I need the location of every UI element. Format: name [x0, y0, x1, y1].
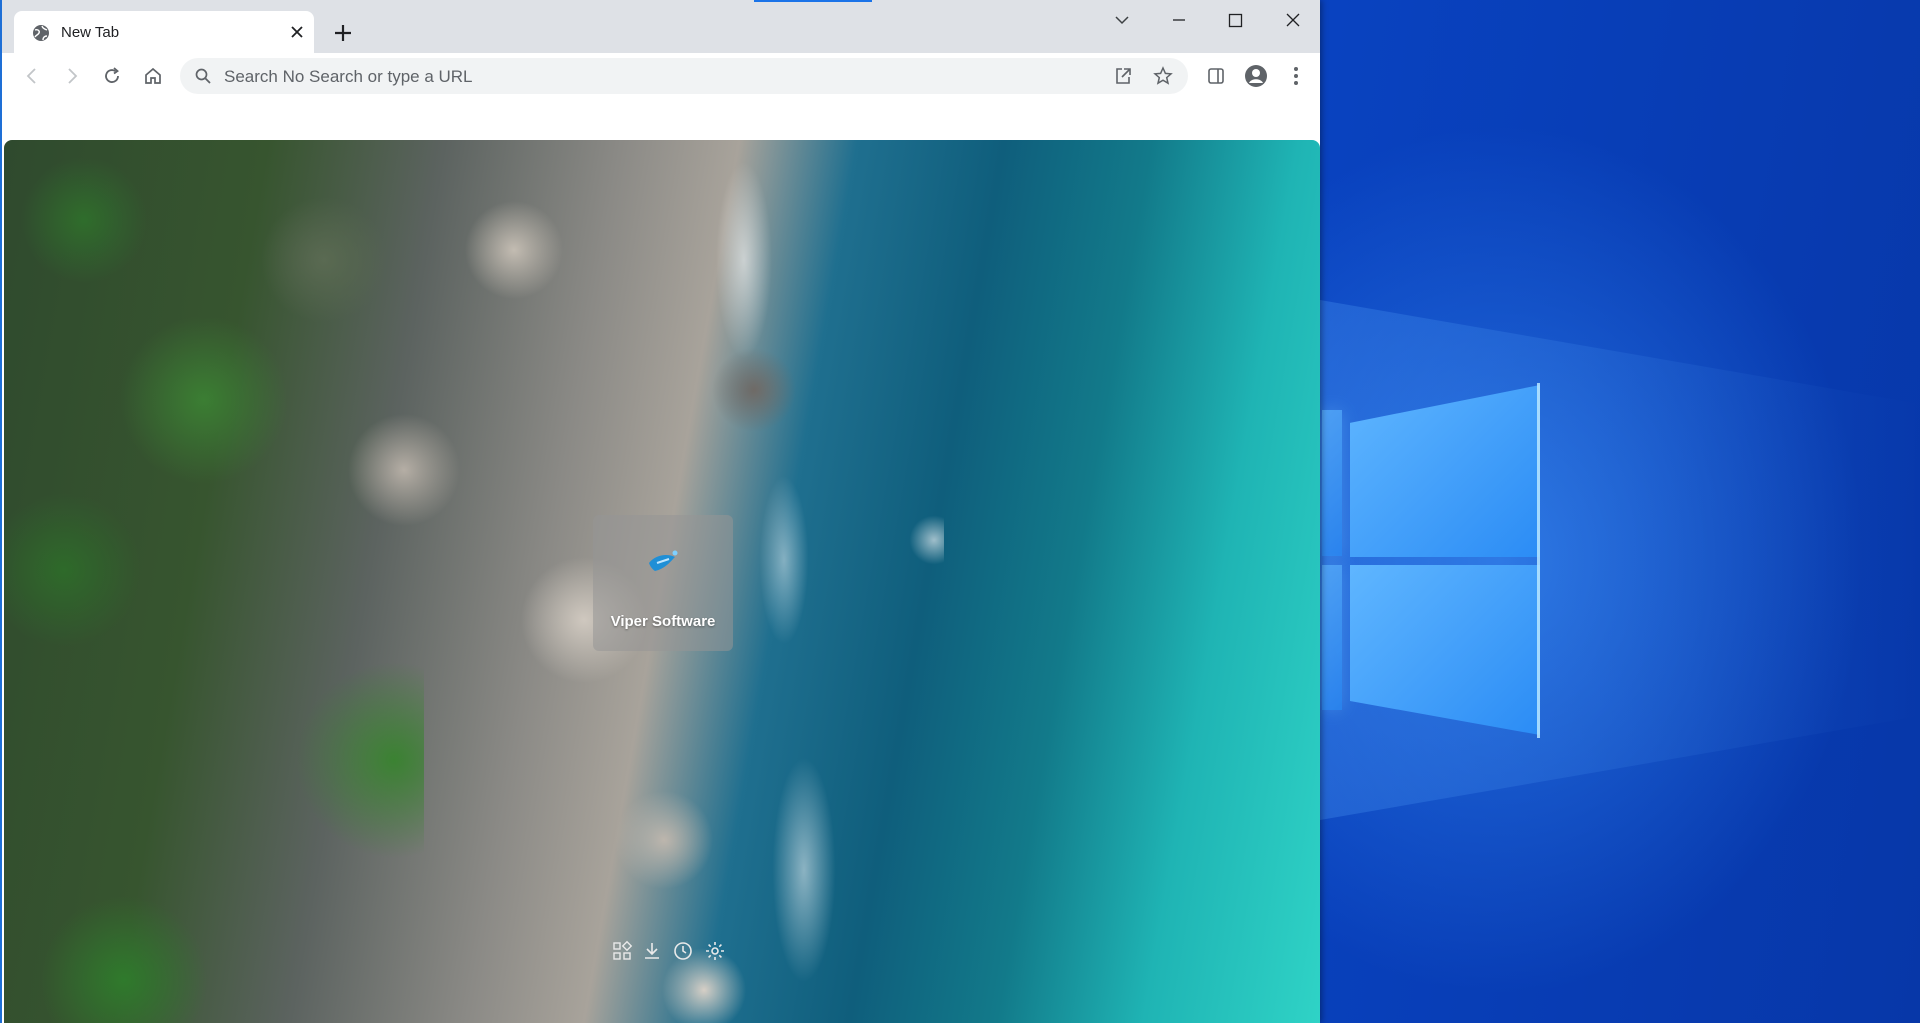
side-panel-icon[interactable] — [1202, 62, 1230, 90]
new-tab-page-background: Viper Software — [4, 140, 1320, 1023]
share-icon[interactable] — [1112, 65, 1134, 87]
download-icon[interactable] — [641, 940, 663, 962]
apps-icon[interactable] — [611, 940, 633, 962]
browser-toolbar: Search No Search or type a URL — [2, 53, 1320, 99]
minimize-icon[interactable] — [1159, 6, 1199, 34]
viper-software-logo-icon — [649, 550, 678, 571]
browser-window: New Tab Search No Search or type a URL V… — [0, 0, 1320, 1023]
kebab-menu-icon[interactable] — [1282, 62, 1310, 90]
history-icon[interactable] — [672, 940, 694, 962]
new-tab-plus-icon[interactable] — [330, 20, 356, 46]
tab-title: New Tab — [61, 24, 120, 41]
profile-avatar-icon[interactable] — [1242, 62, 1270, 90]
maximize-icon[interactable] — [1215, 6, 1255, 34]
search-icon — [195, 68, 211, 84]
back-arrow-icon[interactable] — [18, 62, 46, 90]
shortcut-tile-label: Viper Software — [610, 613, 716, 630]
chevron-down-icon[interactable] — [1102, 6, 1142, 34]
windows-logo-pane — [1322, 565, 1342, 710]
windows-logo-light-beam — [1320, 300, 1920, 820]
reload-icon[interactable] — [98, 62, 126, 90]
close-window-icon[interactable] — [1273, 6, 1313, 34]
tab-new-tab[interactable]: New Tab — [14, 11, 314, 53]
forward-arrow-icon[interactable] — [58, 62, 86, 90]
title-bar-accent — [754, 0, 872, 2]
address-bar[interactable]: Search No Search or type a URL — [180, 58, 1188, 94]
windows-logo-pane — [1322, 410, 1342, 556]
bookmark-star-icon[interactable] — [1152, 65, 1174, 87]
shortcut-tile-viper-software[interactable]: Viper Software — [593, 515, 733, 651]
globe-icon — [33, 25, 49, 41]
title-bar[interactable]: New Tab — [2, 0, 1320, 53]
settings-icon[interactable] — [704, 940, 726, 962]
windows-logo-edge — [1537, 383, 1540, 738]
close-tab-icon[interactable] — [286, 21, 308, 43]
address-bar-placeholder: Search No Search or type a URL — [224, 67, 473, 86]
home-icon[interactable] — [139, 62, 167, 90]
